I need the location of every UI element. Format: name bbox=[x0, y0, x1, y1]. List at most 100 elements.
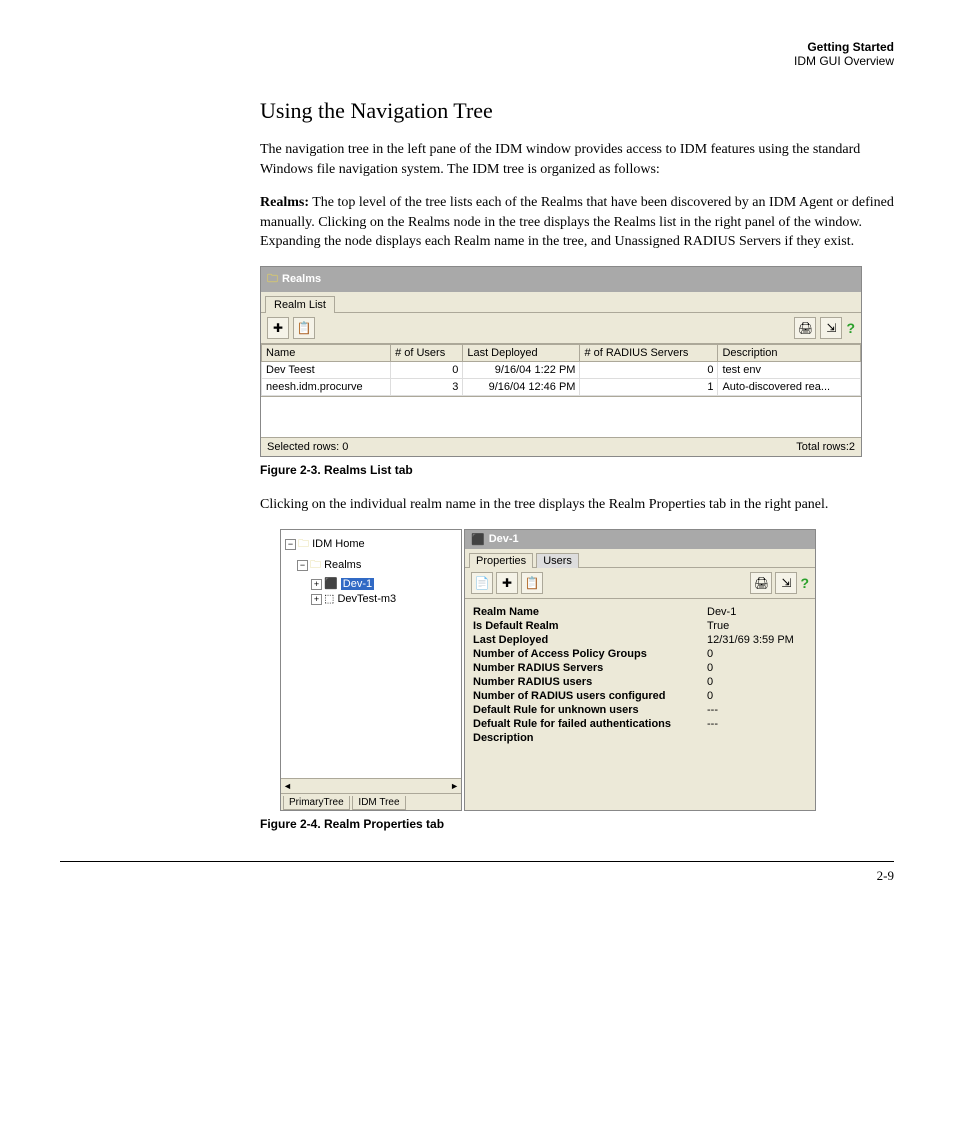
prop-val: Dev-1 bbox=[707, 606, 807, 618]
paragraph-properties: Clicking on the individual realm name in… bbox=[260, 495, 894, 515]
prop-row: Realm Name Dev-1 bbox=[473, 605, 807, 619]
folder-icon bbox=[298, 538, 309, 550]
print-icon[interactable]: 🖨 bbox=[794, 317, 816, 339]
prop-row: Description bbox=[473, 731, 807, 745]
status-total: Total rows:2 bbox=[796, 441, 855, 453]
tree-tabs: PrimaryTree IDM Tree bbox=[281, 793, 461, 810]
help-icon[interactable]: ? bbox=[846, 320, 855, 336]
prop-key: Number RADIUS Servers bbox=[473, 662, 603, 674]
prop-val: --- bbox=[707, 704, 807, 716]
realm-icon: ⬛ bbox=[324, 578, 338, 590]
prop-row: Default Rule for unknown users --- bbox=[473, 703, 807, 717]
prop-key: Last Deployed bbox=[473, 634, 548, 646]
expand-icon[interactable]: + bbox=[311, 594, 322, 605]
tab-properties[interactable]: Properties bbox=[469, 553, 533, 568]
tree-idm-home[interactable]: − IDM Home bbox=[285, 534, 457, 555]
tree-body: − IDM Home − Realms +⬛ Dev-1 +⬚ DevTest-… bbox=[281, 530, 461, 778]
realm-icon: ⬚ bbox=[324, 593, 334, 605]
section-heading: Using the Navigation Tree bbox=[260, 98, 894, 124]
prop-row: Is Default RealmTrue bbox=[473, 619, 807, 633]
table-header-row: Name # of Users Last Deployed # of RADIU… bbox=[262, 344, 861, 361]
tab-users[interactable]: Users bbox=[536, 553, 579, 568]
col-deployed[interactable]: Last Deployed bbox=[463, 344, 580, 361]
col-desc[interactable]: Description bbox=[718, 344, 861, 361]
add-icon[interactable]: ✚ bbox=[267, 317, 289, 339]
collapse-icon[interactable]: − bbox=[297, 560, 308, 571]
prop-key: Is Default Realm bbox=[473, 620, 559, 632]
cell-desc: test env bbox=[718, 361, 861, 378]
properties-title: Dev-1 bbox=[489, 533, 519, 545]
cell-name: neesh.idm.procurve bbox=[262, 378, 391, 395]
properties-pane: ⬛ Dev-1 Properties Users 📄 ✚ 📋 🖨 ⇲ ? bbox=[464, 529, 816, 811]
export-icon[interactable]: ⇲ bbox=[775, 572, 797, 594]
print-icon[interactable]: 🖨 bbox=[750, 572, 772, 594]
cell-servers: 0 bbox=[580, 361, 718, 378]
paragraph-intro: The navigation tree in the left pane of … bbox=[260, 140, 894, 179]
prop-row: Number of Access Policy Groups0 bbox=[473, 647, 807, 661]
realms-tabrow: Realm List bbox=[261, 292, 861, 313]
tab-idm-tree[interactable]: IDM Tree bbox=[352, 796, 405, 810]
prop-key: Realm Name bbox=[473, 606, 539, 618]
col-name[interactable]: Name bbox=[262, 344, 391, 361]
add-icon[interactable]: ✚ bbox=[496, 572, 518, 594]
col-servers[interactable]: # of RADIUS Servers bbox=[580, 344, 718, 361]
tab-realm-list[interactable]: Realm List bbox=[265, 296, 335, 313]
properties-tabrow: Properties Users bbox=[465, 549, 815, 568]
header-subtitle: IDM GUI Overview bbox=[794, 54, 894, 68]
realms-title: Realms bbox=[282, 273, 321, 285]
prop-row: Defualt Rule for failed authentications-… bbox=[473, 717, 807, 731]
realms-toolbar: ✚ 📋 🖨 ⇲ ? bbox=[261, 313, 861, 344]
prop-key: Default Rule for unknown users bbox=[473, 704, 639, 716]
properties-titlebar: ⬛ Dev-1 bbox=[465, 530, 815, 549]
prop-key: Number of Access Policy Groups bbox=[473, 648, 647, 660]
realms-table: Name # of Users Last Deployed # of RADIU… bbox=[261, 344, 861, 396]
status-bar: Selected rows: 0 Total rows:2 bbox=[261, 437, 861, 456]
tree-label: DevTest-m3 bbox=[337, 593, 396, 605]
list-icon[interactable]: 📋 bbox=[293, 317, 315, 339]
tree-label: Realms bbox=[324, 559, 361, 571]
tree-label: IDM Home bbox=[312, 538, 365, 550]
export-icon[interactable]: ⇲ bbox=[820, 317, 842, 339]
cell-servers: 1 bbox=[580, 378, 718, 395]
footer-rule bbox=[60, 861, 894, 862]
prop-row: Last Deployed 12/31/69 3:59 PM bbox=[473, 633, 807, 647]
figure-realms-list: Realms Realm List ✚ 📋 🖨 ⇲ ? Name # of Us… bbox=[260, 266, 862, 457]
header-title: Getting Started bbox=[807, 40, 894, 54]
tab-primary-tree[interactable]: PrimaryTree bbox=[283, 796, 350, 810]
cell-deployed: 9/16/04 1:22 PM bbox=[463, 361, 580, 378]
cell-deployed: 9/16/04 12:46 PM bbox=[463, 378, 580, 395]
prop-row: Number RADIUS Servers 0 bbox=[473, 661, 807, 675]
tree-devtest[interactable]: +⬚ DevTest-m3 bbox=[285, 591, 457, 606]
prop-val: 0 bbox=[707, 690, 807, 702]
collapse-icon[interactable]: − bbox=[285, 539, 296, 550]
page-header: Getting Started IDM GUI Overview bbox=[60, 40, 894, 68]
table-row[interactable]: Dev Teest 0 9/16/04 1:22 PM 0 test env bbox=[262, 361, 861, 378]
realms-label: Realms: bbox=[260, 195, 309, 210]
page-icon[interactable]: 📄 bbox=[471, 572, 493, 594]
prop-val: 0 bbox=[707, 676, 807, 688]
scroll-right-icon[interactable]: ► bbox=[450, 781, 459, 791]
tree-label-selected: Dev-1 bbox=[341, 578, 374, 590]
list-icon[interactable]: 📋 bbox=[521, 572, 543, 594]
prop-val: 12/31/69 3:59 PM bbox=[707, 634, 807, 646]
tree-scrollbar[interactable]: ◄ ► bbox=[281, 778, 461, 793]
tree-dev1[interactable]: +⬛ Dev-1 bbox=[285, 576, 457, 591]
cell-users: 3 bbox=[391, 378, 463, 395]
tree-realms[interactable]: − Realms bbox=[285, 555, 457, 576]
prop-key: Number of RADIUS users configured bbox=[473, 690, 666, 702]
cell-name: Dev Teest bbox=[262, 361, 391, 378]
prop-row: Number RADIUS users0 bbox=[473, 675, 807, 689]
expand-icon[interactable]: + bbox=[311, 579, 322, 590]
realm-title-icon: ⬛ bbox=[471, 533, 485, 546]
prop-val bbox=[707, 732, 807, 744]
prop-row: Number of RADIUS users configured 0 bbox=[473, 689, 807, 703]
properties-list: Realm Name Dev-1 Is Default RealmTrue Las… bbox=[465, 599, 815, 751]
prop-val: 0 bbox=[707, 662, 807, 674]
figure-realm-properties: − IDM Home − Realms +⬛ Dev-1 +⬚ DevTest-… bbox=[280, 529, 894, 811]
scroll-left-icon[interactable]: ◄ bbox=[283, 781, 292, 791]
folder-icon bbox=[267, 270, 278, 289]
table-row[interactable]: neesh.idm.procurve 3 9/16/04 12:46 PM 1 … bbox=[262, 378, 861, 395]
col-users[interactable]: # of Users bbox=[391, 344, 463, 361]
status-selected: Selected rows: 0 bbox=[267, 441, 348, 453]
help-icon[interactable]: ? bbox=[800, 575, 809, 591]
